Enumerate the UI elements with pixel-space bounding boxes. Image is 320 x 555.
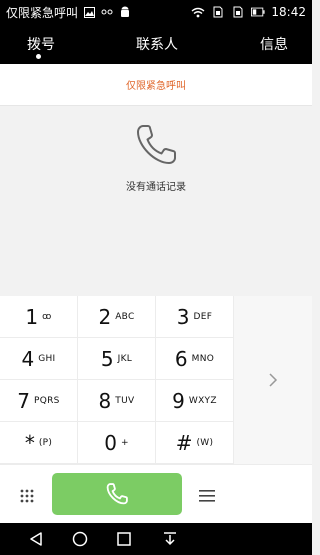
tab-bar: 拨号 联系人 信息 xyxy=(0,24,312,64)
key-digit: 2 xyxy=(98,304,112,329)
key-digit: 9 xyxy=(172,388,185,413)
status-time: 18:42 xyxy=(271,5,306,19)
android-icon xyxy=(118,5,132,19)
status-bar: 仅限紧急呼叫 18:42 xyxy=(0,0,312,24)
key-letters: (P) xyxy=(38,437,53,448)
chevron-right-icon xyxy=(269,373,278,387)
key-5[interactable]: 5 JKL xyxy=(78,338,156,380)
tab-dial[interactable]: 拨号 xyxy=(27,34,55,54)
call-button[interactable] xyxy=(52,473,182,515)
active-tab-indicator xyxy=(36,54,41,59)
key-letters: GHI xyxy=(38,353,56,364)
key-digit: # xyxy=(175,430,193,455)
key-9[interactable]: 9 WXYZ xyxy=(156,380,234,422)
emergency-banner-text: 仅限紧急呼叫 xyxy=(126,81,186,92)
key-digit: 0 xyxy=(104,430,117,455)
image-icon xyxy=(82,5,96,19)
key-digit: 8 xyxy=(98,388,112,413)
carrier-text: 仅限紧急呼叫 xyxy=(6,5,79,20)
key-digit: 7 xyxy=(17,388,31,413)
key-6[interactable]: 6 MNO xyxy=(156,338,234,380)
notification-pulldown-button[interactable] xyxy=(160,529,180,549)
home-icon xyxy=(72,531,88,547)
sim1-icon xyxy=(211,5,225,19)
key-letters: PQRS xyxy=(34,395,60,406)
back-button[interactable] xyxy=(26,529,46,549)
dialpad-toggle-button[interactable] xyxy=(12,481,42,511)
key-letters: TUV xyxy=(115,395,135,406)
keypad-side-panel[interactable] xyxy=(234,296,312,464)
key-letters: ABC xyxy=(115,311,135,322)
phone-icon xyxy=(137,125,176,164)
tab-contacts[interactable]: 联系人 xyxy=(136,34,178,54)
key-digit: 3 xyxy=(176,304,190,329)
menu-button[interactable] xyxy=(192,481,222,511)
call-log-empty-state: 没有通话记录 xyxy=(0,106,312,296)
notification-pulldown-icon xyxy=(164,532,176,546)
recents-icon xyxy=(117,532,131,546)
tab-messages[interactable]: 信息 xyxy=(260,34,288,54)
key-hash[interactable]: # (W) xyxy=(156,422,234,464)
wifi-icon xyxy=(191,5,205,19)
key-digit: * xyxy=(24,430,35,455)
key-star[interactable]: * (P) xyxy=(0,422,78,464)
key-8[interactable]: 8 TUV xyxy=(78,380,156,422)
back-icon xyxy=(30,532,42,546)
phone-icon xyxy=(106,483,128,505)
key-letters: WXYZ xyxy=(188,395,217,406)
key-digit: 1 xyxy=(25,304,39,329)
key-0[interactable]: 0 + xyxy=(78,422,156,464)
emergency-banner: 仅限紧急呼叫 xyxy=(0,64,312,106)
key-2[interactable]: 2 ABC xyxy=(78,296,156,338)
battery-icon xyxy=(251,5,265,19)
key-1[interactable]: 1 ꝏ xyxy=(0,296,78,338)
sim2-icon xyxy=(231,5,245,19)
recents-button[interactable] xyxy=(114,529,134,549)
key-letters: MNO xyxy=(191,353,215,364)
key-digit: 5 xyxy=(100,346,114,371)
key-7[interactable]: 7 PQRS xyxy=(0,380,78,422)
key-3[interactable]: 3 DEF xyxy=(156,296,234,338)
key-4[interactable]: 4 GHI xyxy=(0,338,78,380)
key-digit: 4 xyxy=(21,346,35,371)
key-letters: + xyxy=(120,437,129,448)
dial-keypad: 1 ꝏ 2 ABC 3 DEF 4 GHI 5 JKL 6 MNO 7 PQRS… xyxy=(0,296,234,464)
key-letters: (W) xyxy=(196,437,214,448)
voicemail-icon: ꝏ xyxy=(42,311,52,322)
system-nav-bar xyxy=(0,523,312,555)
key-letters: JKL xyxy=(117,353,133,364)
key-digit: 6 xyxy=(174,346,188,371)
voicemail-icon xyxy=(100,5,114,19)
home-button[interactable] xyxy=(70,529,90,549)
dialpad-icon xyxy=(20,489,34,503)
menu-icon xyxy=(199,490,215,502)
key-letters: DEF xyxy=(193,311,213,322)
dial-action-bar xyxy=(0,464,312,523)
empty-state-text: 没有通话记录 xyxy=(126,182,186,193)
